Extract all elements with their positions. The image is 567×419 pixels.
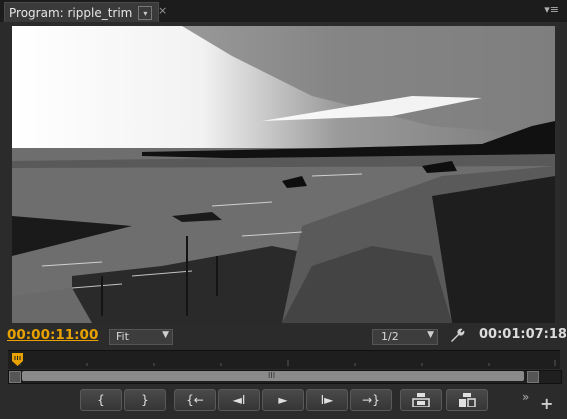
mark-out-button[interactable]: }: [124, 389, 166, 411]
step-back-button[interactable]: ◄I: [218, 389, 260, 411]
mark-in-button[interactable]: {: [80, 389, 122, 411]
zoom-level-value: Fit: [116, 330, 129, 343]
more-controls-icon[interactable]: »: [522, 390, 529, 404]
tab-title: Program: ripple_trim: [9, 6, 133, 20]
scrollbar-right-handle[interactable]: [527, 371, 539, 383]
chevron-down-icon: ▼: [427, 330, 434, 340]
lift-icon: [412, 393, 430, 407]
scrollbar-grip-icon: III: [268, 371, 276, 380]
extract-icon: [459, 393, 476, 407]
scrollbar-left-handle[interactable]: [9, 371, 21, 383]
panel-menu-icon[interactable]: ▾≡: [544, 3, 559, 16]
lift-button[interactable]: [400, 389, 442, 411]
chevron-down-icon: ▼: [162, 330, 169, 340]
current-timecode[interactable]: 00:00:11:00: [7, 327, 98, 343]
close-icon[interactable]: ×: [158, 4, 167, 17]
playhead-icon[interactable]: [12, 353, 23, 366]
zoom-level-select[interactable]: Fit ▼: [109, 329, 173, 345]
duration-timecode: 00:01:07:18: [479, 327, 567, 342]
tab-menu-chevron-icon[interactable]: ▾: [138, 6, 153, 20]
program-monitor-viewer[interactable]: [12, 26, 555, 323]
time-ruler-ticks: [20, 360, 556, 366]
video-frame-image: [12, 26, 555, 323]
playback-resolution-select[interactable]: 1/2 ▼: [372, 329, 438, 345]
settings-wrench-icon[interactable]: [449, 327, 465, 343]
go-to-in-button[interactable]: {←: [174, 389, 216, 411]
add-button-icon[interactable]: +: [540, 394, 553, 413]
program-monitor-tab[interactable]: Program: ripple_trim ▾: [4, 2, 160, 23]
extract-button[interactable]: [446, 389, 488, 411]
step-forward-button[interactable]: I►: [306, 389, 348, 411]
play-button[interactable]: ►: [262, 389, 304, 411]
go-to-out-button[interactable]: →}: [350, 389, 392, 411]
playback-resolution-value: 1/2: [381, 330, 399, 343]
